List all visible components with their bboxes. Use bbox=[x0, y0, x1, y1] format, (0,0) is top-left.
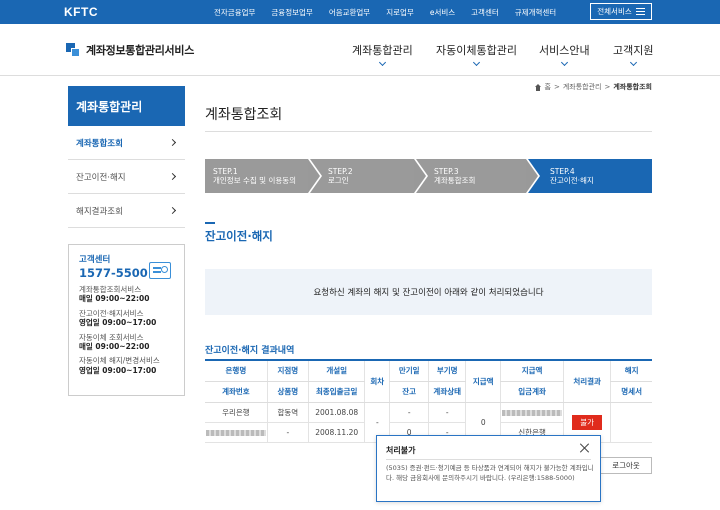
cs-hours: 계좌통합조회서비스 매일 09:00~22:00 bbox=[79, 285, 150, 304]
step-2: STEP.2 로그인 bbox=[310, 159, 428, 193]
top-nav-item[interactable]: 금융정보업무 bbox=[271, 7, 312, 18]
cs-hours: 자동이체 조회서비스 매일 09:00~22:00 bbox=[79, 332, 150, 351]
sidebar-item-account-inquiry[interactable]: 계좌통합조회 bbox=[68, 126, 185, 160]
step-1: STEP.1 개인정보 수집 및 이용동의 bbox=[205, 159, 322, 193]
cs-hours: 자동이체 해지/변경서비스 영업일 09:00~17:00 bbox=[79, 356, 160, 375]
contact-card-icon bbox=[149, 262, 171, 279]
fail-button[interactable]: 불가 bbox=[572, 414, 603, 430]
cs-hours: 잔고이전·해지서비스 영업일 09:00~17:00 bbox=[79, 308, 157, 328]
home-icon[interactable] bbox=[534, 83, 542, 91]
col-balance: 잔고 bbox=[389, 381, 429, 403]
main-nav-autopay[interactable]: 자동이체통합관리 bbox=[436, 42, 517, 67]
col-close: 해지 bbox=[610, 359, 652, 382]
chevron-down-icon bbox=[560, 58, 568, 67]
all-services-button[interactable]: 전체서비스 bbox=[590, 3, 652, 20]
top-bar: KFTC 전자금융업무 금융정보업무 어음교환업무 지로업무 e서비스 고객센터… bbox=[0, 0, 720, 24]
sidebar-item-transfer[interactable]: 잔고이전·해지 bbox=[68, 160, 185, 194]
chevron-down-icon bbox=[629, 58, 637, 67]
col-statement: 명세서 bbox=[610, 381, 652, 403]
main-nav-support[interactable]: 고객지원 bbox=[613, 42, 653, 67]
top-nav-item[interactable]: 전자금융업무 bbox=[214, 7, 255, 18]
top-nav-item[interactable]: e서비스 bbox=[430, 7, 455, 18]
breadcrumb-item[interactable]: 계좌통합관리 bbox=[563, 82, 602, 92]
col-amount: 지급액 bbox=[465, 359, 501, 403]
col-bank: 은행명 bbox=[205, 359, 268, 382]
modal-message: (5035) 증권·펀드·청기예금 등 타상품과 연계되어 해지가 불가능한 계… bbox=[386, 464, 594, 482]
col-status: 계좌상태 bbox=[428, 381, 466, 403]
kftc-logo[interactable]: KFTC bbox=[64, 5, 98, 19]
error-modal: 처리불가 (5035) 증권·펀드·청기예금 등 타상품과 연계되어 해지가 불… bbox=[376, 435, 601, 502]
top-nav: 전자금융업무 금융정보업무 어음교환업무 지로업무 e서비스 고객센터 규제개혁… bbox=[214, 7, 572, 18]
masked-account bbox=[205, 429, 266, 436]
table-row: 우리은행 합동역 2001.08.08 - - - 0 불가 bbox=[205, 402, 652, 443]
col-branch: 지점명 bbox=[266, 359, 309, 382]
result-table: 은행명 지점명 개설일 회차 만기일 부기명 지급액 지급액 처리결과 해지 계… bbox=[205, 359, 652, 443]
step-3: STEP.3 계좌통합조회 bbox=[416, 159, 540, 193]
masked-account bbox=[502, 409, 563, 416]
breadcrumb-home[interactable]: 홈 bbox=[545, 82, 551, 92]
col-last-tx: 최종입출금일 bbox=[307, 381, 365, 403]
sidebar: 계좌통합관리 계좌통합조회 잔고이전·해지 해지결과조회 고객센터 1577-5… bbox=[68, 86, 185, 396]
top-nav-item[interactable]: 어음교환업무 bbox=[329, 7, 370, 18]
sidebar-title: 계좌통합관리 bbox=[68, 86, 185, 126]
top-nav-item[interactable]: 고객센터 bbox=[471, 7, 499, 18]
modal-title: 처리불가 bbox=[386, 446, 416, 455]
col-amount-2: 지급액 bbox=[500, 359, 564, 382]
result-notice: 요청하신 계좌의 해지 및 잔고이전이 아래와 같이 처리되었습니다 bbox=[205, 269, 652, 315]
col-account-no: 계좌번호 bbox=[205, 381, 268, 403]
result-title: 잔고이전·해지 결과내역 bbox=[205, 346, 295, 356]
col-memo: 부기명 bbox=[428, 359, 466, 382]
close-icon[interactable] bbox=[579, 442, 591, 454]
col-open-date: 개설일 bbox=[307, 359, 365, 382]
col-seq: 회차 bbox=[364, 359, 390, 403]
all-services-label: 전체서비스 bbox=[597, 7, 632, 16]
main-nav-service[interactable]: 서비스안내 bbox=[539, 42, 590, 67]
brand-text: 계좌정보통합관리서비스 bbox=[86, 44, 195, 57]
step-indicator: STEP.1 개인정보 수집 및 이용동의 STEP.2 로그인 STEP.3 계좌통… bbox=[205, 159, 652, 193]
logout-button[interactable]: 로그아웃 bbox=[600, 457, 652, 474]
divider bbox=[205, 131, 652, 132]
top-nav-item[interactable]: 지로업무 bbox=[386, 7, 414, 18]
chevron-right-icon bbox=[168, 206, 177, 215]
page-title: 계좌통합조회 bbox=[205, 107, 283, 123]
section-title: 잔고이전·해지 bbox=[205, 229, 273, 243]
brand[interactable]: 계좌정보통합관리서비스 bbox=[66, 42, 194, 58]
step-4: STEP.4 잔고이전·해지 bbox=[528, 159, 652, 193]
brand-logo-icon bbox=[66, 43, 80, 57]
menu-icon bbox=[635, 8, 645, 15]
chevron-down-icon bbox=[472, 58, 481, 67]
main-nav-account[interactable]: 계좌통합관리 bbox=[352, 42, 413, 67]
chevron-right-icon bbox=[168, 172, 177, 181]
chevron-right-icon bbox=[168, 138, 177, 147]
divider bbox=[386, 459, 591, 460]
breadcrumb-current: 계좌통합조회 bbox=[613, 83, 652, 91]
col-product: 상품명 bbox=[266, 381, 309, 403]
chevron-down-icon bbox=[378, 58, 386, 67]
col-result: 처리결과 bbox=[562, 359, 611, 403]
col-maturity: 만기일 bbox=[389, 359, 429, 382]
col-dest-account: 입금계좌 bbox=[500, 381, 564, 403]
section-mark bbox=[205, 222, 215, 224]
top-nav-item[interactable]: 규제개혁센터 bbox=[515, 7, 556, 18]
breadcrumb: 홈 > 계좌통합관리 > 계좌통합조회 bbox=[534, 82, 652, 92]
sidebar-item-result[interactable]: 해지결과조회 bbox=[68, 194, 185, 228]
header: 계좌정보통합관리서비스 계좌통합관리 자동이체통합관리 서비스안내 고객지원 bbox=[0, 24, 720, 76]
